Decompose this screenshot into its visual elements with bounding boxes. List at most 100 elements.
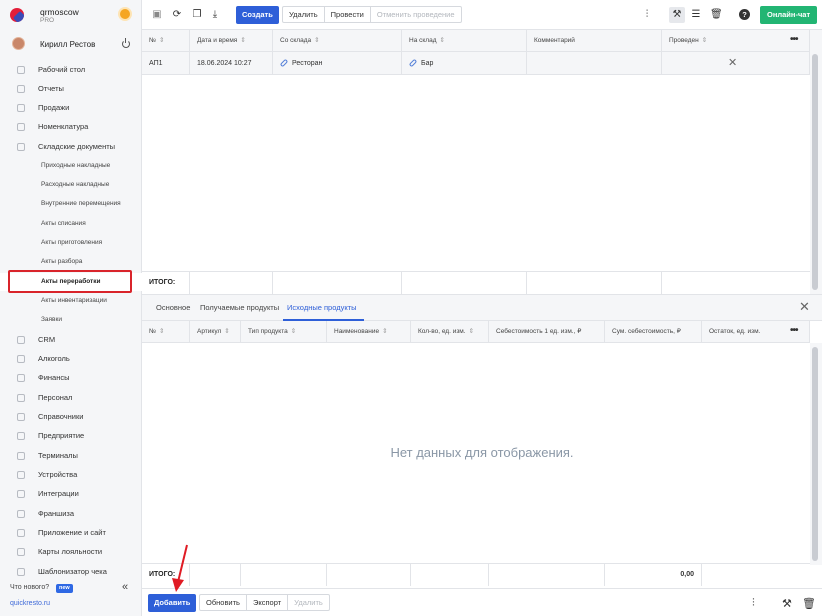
sidebar-item-enterprise[interactable]: Предприятие — [0, 427, 142, 445]
sidebar-item-receipt-templates[interactable]: Шаблонизатор чека — [0, 563, 142, 581]
whats-new-link[interactable]: Что нового? — [10, 584, 49, 591]
theme-sun-icon[interactable] — [120, 9, 130, 19]
nomenclature-icon — [17, 123, 25, 131]
total-cost-sum: 0,00 — [680, 571, 694, 578]
sidebar: qrmoscow PRO Кирилл Рестов Рабочий стол … — [0, 0, 142, 616]
reports-icon — [17, 85, 25, 93]
col-comment[interactable]: Комментарий — [527, 30, 662, 52]
post-button[interactable]: Провести — [325, 7, 371, 22]
sidebar-item-terminals[interactable]: Терминалы — [0, 447, 142, 465]
refresh-icon[interactable]: ⟳ — [172, 10, 182, 20]
save-icon[interactable]: ▣ — [152, 10, 162, 20]
help-icon[interactable]: ? — [739, 9, 750, 20]
sidebar-item-crm[interactable]: CRM — [0, 331, 142, 349]
col-quantity[interactable]: Кол-во, ед. изм. ⇕ — [411, 321, 489, 343]
tab-received-products[interactable]: Получаемые продукты — [200, 303, 279, 312]
subnav-inventory-acts[interactable]: Акты инвентаризации — [0, 292, 142, 310]
delete-button[interactable]: Удалить — [283, 7, 325, 22]
col-unit-cost[interactable]: Себестоимость 1 ед. изм., ₽ — [489, 321, 605, 343]
sales-icon — [17, 104, 25, 112]
empty-state-message: Нет данных для отображения. — [390, 445, 574, 460]
tools-icon[interactable]: ⚒ — [782, 597, 792, 610]
trash-icon[interactable]: 🗑 — [802, 597, 816, 610]
dashboard-icon — [17, 66, 25, 74]
plan-label: PRO — [40, 17, 55, 24]
alcohol-icon — [17, 355, 25, 363]
subnav-disassembly-acts[interactable]: Акты разбора — [0, 253, 142, 271]
subnav-incoming-invoices[interactable]: Приходные накладные — [0, 157, 142, 175]
site-link[interactable]: quickresto.ru — [10, 600, 50, 607]
subnav-outgoing-invoices[interactable]: Расходные накладные — [0, 176, 142, 194]
user-profile[interactable]: Кирилл Рестов — [0, 33, 142, 55]
col-name[interactable]: Наименование ⇕ — [327, 321, 411, 343]
col-article[interactable]: Артикул ⇕ — [190, 321, 241, 343]
new-badge: new — [56, 584, 73, 593]
sidebar-item-directories[interactable]: Справочники — [0, 408, 142, 426]
sidebar-item-staff[interactable]: Персонал — [0, 389, 142, 407]
sidebar-item-dashboard[interactable]: Рабочий стол — [0, 61, 142, 79]
sidebar-item-loyalty-cards[interactable]: Карты лояльности — [0, 543, 142, 561]
sidebar-item-finance[interactable]: Финансы — [0, 369, 142, 387]
more-options-icon[interactable]: ••• — [790, 34, 798, 45]
unpost-button[interactable]: Отменить проведение — [371, 7, 461, 22]
online-chat-button[interactable]: Онлайн-чат — [760, 6, 818, 24]
tools-icon[interactable]: ⚒ — [669, 7, 685, 23]
export-button[interactable]: Экспорт — [247, 595, 289, 610]
add-button[interactable]: Добавить — [148, 594, 197, 612]
not-posted-x-icon: ✕ — [728, 57, 738, 69]
list-view-icon[interactable]: ☰ — [691, 10, 701, 20]
col-number[interactable]: № ⇕ — [142, 30, 190, 52]
finance-icon — [17, 374, 25, 382]
tab-main[interactable]: Основное — [156, 303, 190, 312]
trash-icon[interactable]: 🗑 — [710, 10, 723, 20]
col-product-type[interactable]: Тип продукта ⇕ — [241, 321, 327, 343]
col-from-warehouse[interactable]: Со склада ⇕ — [273, 30, 402, 52]
col-datetime[interactable]: Дата и время ⇕ — [190, 30, 273, 52]
loyalty-cards-icon — [17, 548, 25, 556]
table-row[interactable]: АП1 18.06.2024 10:27 Ресторан Бар ✕ — [142, 52, 810, 75]
sidebar-item-warehouse-docs[interactable]: Складские документы — [0, 138, 142, 156]
receipt-templates-icon — [17, 568, 25, 576]
logout-power-icon[interactable] — [122, 38, 130, 48]
column-settings-icon[interactable]: ⫶ — [752, 597, 755, 610]
copy-icon[interactable]: ❐ — [192, 10, 202, 20]
sidebar-item-devices[interactable]: Устройства — [0, 466, 142, 484]
subnav-requests[interactable]: Заявки — [0, 311, 142, 329]
terminals-icon — [17, 452, 25, 460]
subnav-cooking-acts[interactable]: Акты приготовления — [0, 234, 142, 252]
sidebar-item-reports[interactable]: Отчеты — [0, 80, 142, 98]
subnav-internal-transfers[interactable]: Внутренние перемещения — [0, 195, 142, 213]
sidebar-item-integrations[interactable]: Интеграции — [0, 485, 142, 503]
sidebar-item-alcohol[interactable]: Алкоголь — [0, 350, 142, 368]
col-posted[interactable]: Проведен ⇕ — [662, 30, 810, 52]
table-actions: Обновить Экспорт Удалить — [199, 594, 330, 611]
col-number[interactable]: № ⇕ — [142, 321, 190, 343]
tab-source-products[interactable]: Исходные продукты — [287, 303, 357, 312]
highlight-box — [8, 270, 132, 293]
integrations-icon — [17, 490, 25, 498]
column-settings-icon[interactable]: ⫶ — [642, 10, 652, 20]
sidebar-item-app-site[interactable]: Приложение и сайт — [0, 524, 142, 542]
cell-from-warehouse: Ресторан — [273, 52, 402, 75]
staff-icon — [17, 394, 25, 402]
col-to-warehouse[interactable]: На склад ⇕ — [402, 30, 527, 52]
sidebar-item-nomenclature[interactable]: Номенклатура — [0, 118, 142, 136]
document-actions: Удалить Провести Отменить проведение — [282, 6, 462, 23]
subnav-write-off-acts[interactable]: Акты списания — [0, 215, 142, 233]
sidebar-item-sales[interactable]: Продажи — [0, 99, 142, 117]
products-table-header: № ⇕ Артикул ⇕ Тип продукта ⇕ Наименование ⇕ … — [142, 321, 810, 343]
more-options-icon[interactable]: ••• — [790, 325, 798, 336]
total-label: ИТОГО: — [149, 279, 176, 286]
delete-row-button[interactable]: Удалить — [288, 595, 329, 610]
brand-header[interactable]: qrmoscow PRO — [0, 0, 142, 30]
create-button[interactable]: Создать — [236, 6, 279, 24]
refresh-button[interactable]: Обновить — [200, 595, 247, 610]
documents-scrollbar[interactable] — [810, 30, 822, 294]
cell-posted: ✕ — [662, 52, 810, 75]
collapse-sidebar-icon[interactable]: « — [122, 581, 128, 593]
close-panel-icon[interactable]: ✕ — [799, 299, 810, 315]
sidebar-item-franchise[interactable]: Франшиза — [0, 505, 142, 523]
download-icon[interactable]: ⤓ — [210, 10, 220, 20]
col-total-cost[interactable]: Сум. себестоимость, ₽ — [605, 321, 702, 343]
directories-icon — [17, 413, 25, 421]
